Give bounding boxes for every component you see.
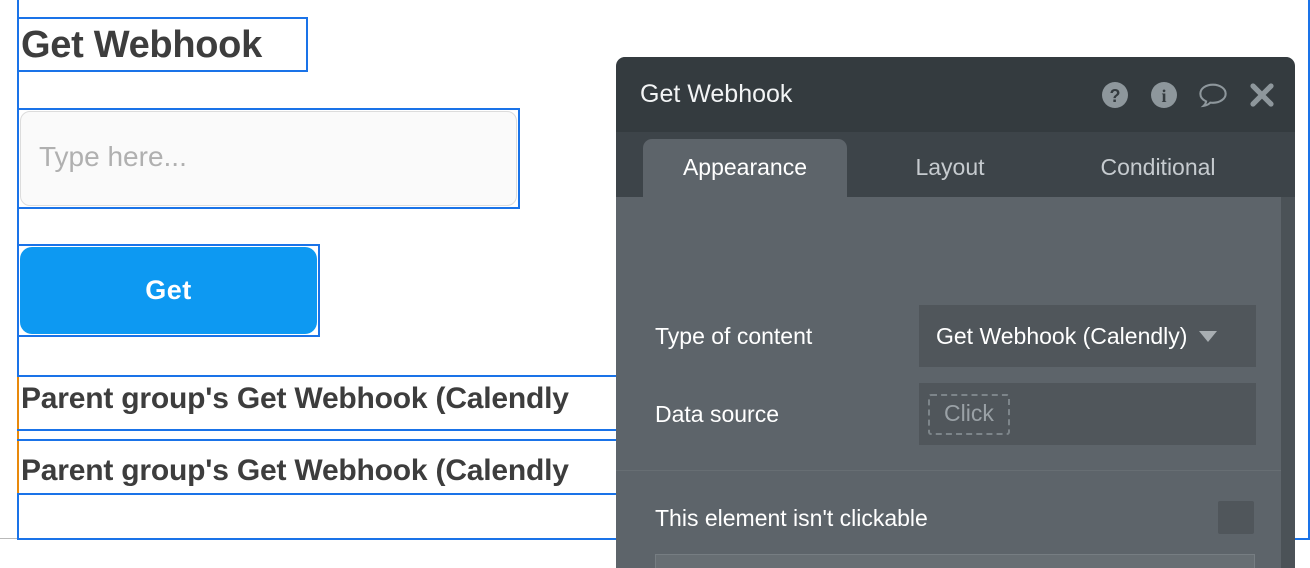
info-icon[interactable]: i: [1149, 80, 1179, 110]
close-icon[interactable]: [1247, 80, 1277, 110]
tab-conditional[interactable]: Conditional: [1053, 139, 1263, 197]
get-button[interactable]: Get: [20, 247, 317, 334]
repeating-group-row-text: Parent group's Get Webhook (Calendly: [21, 454, 569, 487]
comment-icon[interactable]: [1198, 80, 1228, 110]
data-source-control[interactable]: Click: [919, 383, 1256, 445]
type-of-content-dropdown[interactable]: Get Webhook (Calendly): [919, 305, 1256, 367]
panel-section-divider: [616, 470, 1281, 471]
field-label-data-source: Data source: [655, 401, 780, 427]
tab-layout[interactable]: Layout: [868, 139, 1032, 197]
field-type-of-content: Type of content Get Webhook (Calendly): [616, 305, 1281, 367]
svg-text:?: ?: [1110, 86, 1121, 106]
panel-scrollbar-thumb[interactable]: [1281, 337, 1295, 417]
panel-scrollbar[interactable]: [1281, 197, 1295, 568]
field-label-type-of-content: Type of content: [655, 323, 813, 349]
not-clickable-checkbox[interactable]: [1218, 501, 1254, 534]
chevron-down-icon: [1199, 330, 1218, 342]
property-panel-title: Get Webhook: [640, 80, 793, 108]
help-icon[interactable]: ?: [1100, 80, 1130, 110]
property-panel-header-icons: ? i: [1100, 57, 1277, 132]
data-source-click-chip[interactable]: Click: [928, 393, 1010, 435]
property-panel-header: Get Webhook ? i: [616, 57, 1295, 132]
property-editor-panel: Get Webhook ? i Appearance Layout Condit…: [616, 57, 1295, 568]
start-edit-workflow-button[interactable]: Start/Edit workflow: [655, 554, 1255, 568]
row-element-not-clickable: This element isn't clickable: [616, 490, 1281, 546]
not-clickable-label: This element isn't clickable: [655, 505, 928, 531]
field-data-source: Data source Click: [616, 383, 1281, 445]
property-panel-tabs: Appearance Layout Conditional: [616, 132, 1295, 197]
type-of-content-value: Get Webhook (Calendly): [936, 322, 1188, 349]
text-input-placeholder: Type here...: [39, 141, 187, 172]
property-panel-body: Type of content Get Webhook (Calendly) D…: [616, 197, 1281, 568]
repeating-group-row-text: Parent group's Get Webhook (Calendly: [21, 382, 569, 415]
page-title: Get Webhook: [21, 24, 262, 66]
svg-text:i: i: [1161, 86, 1166, 106]
tab-appearance[interactable]: Appearance: [643, 139, 847, 197]
